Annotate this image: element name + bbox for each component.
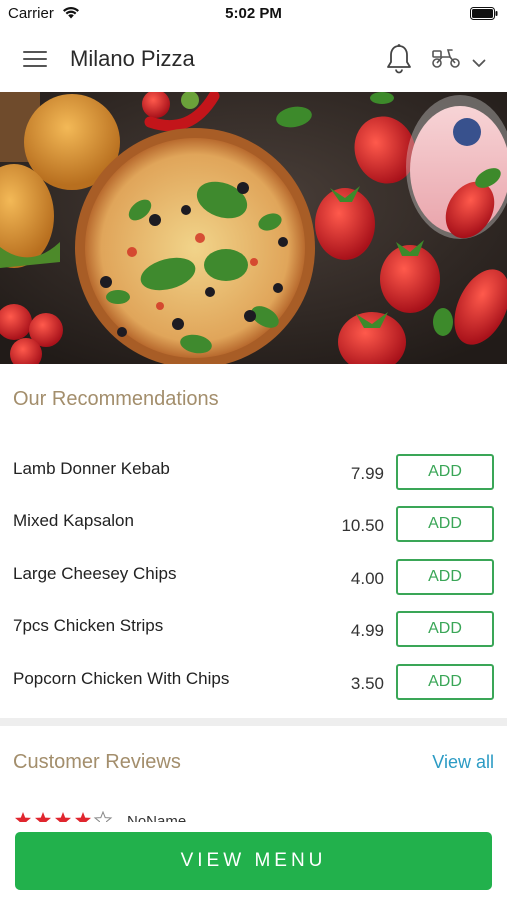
add-button[interactable]: ADD <box>396 559 494 595</box>
list-item: 7pcs Chicken Strips 4.99 ADD <box>0 611 507 663</box>
item-price: 3.50 <box>350 674 384 693</box>
status-bar: Carrier 5:02 PM <box>0 0 507 28</box>
menu-icon[interactable] <box>23 49 47 69</box>
bell-icon[interactable] <box>385 43 413 80</box>
add-button[interactable]: ADD <box>396 506 494 542</box>
page-title: Milano Pizza <box>70 46 195 71</box>
status-time: 5:02 PM <box>225 5 282 22</box>
item-price: 7.99 <box>350 464 384 483</box>
view-all-link[interactable]: View all <box>432 752 494 773</box>
reviews-title: Customer Reviews <box>13 751 181 773</box>
scooter-icon[interactable] <box>431 47 461 74</box>
chevron-down-icon[interactable] <box>472 55 486 73</box>
item-name: Large Cheesey Chips <box>13 564 177 583</box>
view-menu-button[interactable]: VIEW MENU <box>15 832 492 890</box>
add-button[interactable]: ADD <box>396 611 494 647</box>
item-price: 4.00 <box>350 569 384 588</box>
item-name: Popcorn Chicken With Chips <box>13 669 230 688</box>
list-item: Popcorn Chicken With Chips 3.50 ADD <box>0 664 507 716</box>
list-item: Mixed Kapsalon 10.50 ADD <box>0 506 507 558</box>
add-button[interactable]: ADD <box>396 454 494 490</box>
item-name: Lamb Donner Kebab <box>13 459 170 478</box>
hero-food-image <box>0 92 507 364</box>
battery-icon <box>470 7 498 25</box>
item-price: 4.99 <box>350 621 384 640</box>
list-item: Lamb Donner Kebab 7.99 ADD <box>0 454 507 506</box>
list-item: Large Cheesey Chips 4.00 ADD <box>0 559 507 611</box>
recommendations-title: Our Recommendations <box>13 388 219 410</box>
item-name: 7pcs Chicken Strips <box>13 616 164 635</box>
item-price: 10.50 <box>341 516 384 535</box>
item-name: Mixed Kapsalon <box>13 511 134 530</box>
app-header: Milano Pizza <box>0 28 507 92</box>
add-button[interactable]: ADD <box>396 664 494 700</box>
section-divider <box>0 718 507 726</box>
